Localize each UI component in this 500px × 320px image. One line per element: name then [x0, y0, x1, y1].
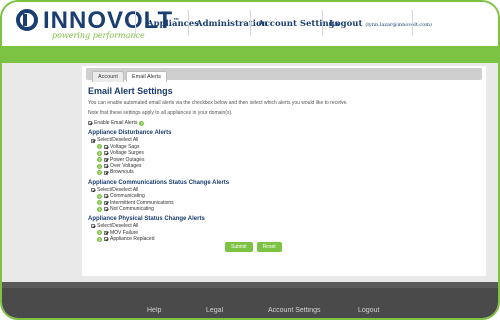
- enable-email-alerts-checkbox[interactable]: [88, 121, 92, 126]
- enable-email-alerts-row: Enable Email Alerts ?: [88, 120, 480, 126]
- section-title-physical: Appliance Physical Status Change Alerts: [88, 216, 205, 223]
- alert-label: Appliance Replaced: [110, 236, 155, 243]
- footer-link-help[interactable]: Help: [147, 307, 161, 314]
- intro-text: You can enable automated email alerts vi…: [88, 100, 348, 106]
- nav-divider: [322, 10, 323, 36]
- help-icon[interactable]: ?: [97, 236, 102, 242]
- reset-button[interactable]: Reset: [256, 242, 282, 252]
- select-all-checkbox[interactable]: [91, 224, 95, 229]
- alert-checkbox[interactable]: [104, 164, 108, 169]
- footer-link-logout[interactable]: Logout: [358, 307, 379, 314]
- alert-checkbox[interactable]: [104, 170, 108, 175]
- footer-link-legal[interactable]: Legal: [206, 307, 223, 314]
- tab-account[interactable]: Account: [92, 71, 124, 82]
- section-title-disturbance: Appliance Disturbance Alerts: [88, 130, 172, 137]
- submit-button[interactable]: Submit: [225, 242, 253, 252]
- nav-divider: [135, 10, 136, 36]
- nav-logout[interactable]: Logout (lynn.lazar@innovolt.com): [329, 19, 432, 29]
- help-icon[interactable]: ?: [97, 163, 102, 169]
- tab-bar: Account Email Alerts: [86, 68, 482, 82]
- help-icon[interactable]: ?: [97, 157, 102, 163]
- alert-checkbox[interactable]: [104, 230, 108, 235]
- enable-email-alerts-label: Enable Email Alerts: [94, 120, 138, 126]
- alert-checkbox[interactable]: [104, 200, 108, 205]
- alert-checkbox[interactable]: [104, 157, 108, 162]
- green-banner: [2, 46, 498, 63]
- form-buttons: Submit Reset: [225, 242, 282, 252]
- alert-checkbox[interactable]: [104, 207, 108, 212]
- select-all-checkbox[interactable]: [91, 187, 95, 192]
- footer-link-account-settings[interactable]: Account Settings: [268, 307, 321, 314]
- alert-label: Brownouts: [110, 169, 134, 176]
- app-frame: INNOVOLT™ powering performance Appliance…: [0, 0, 500, 320]
- email-alert-form: Email Alert Settings You can enable auto…: [88, 86, 480, 242]
- alert-checkbox[interactable]: [104, 194, 108, 199]
- select-all-checkbox[interactable]: [91, 138, 95, 143]
- section-title-communications: Appliance Communications Status Change A…: [88, 179, 230, 186]
- settings-panel: Account Email Alerts Email Alert Setting…: [82, 66, 486, 276]
- alert-checkbox[interactable]: [104, 151, 108, 156]
- alert-checkbox[interactable]: [104, 237, 108, 242]
- nav-divider: [188, 10, 189, 36]
- nav-divider: [412, 10, 413, 36]
- help-icon[interactable]: ?: [139, 120, 145, 126]
- alert-checkbox[interactable]: [104, 144, 108, 149]
- footer: [2, 288, 498, 318]
- alert-row: ? Appliance Replaced: [88, 236, 480, 242]
- help-icon[interactable]: ?: [97, 144, 102, 150]
- logout-user-email: (lynn.lazar@innovolt.com): [365, 22, 432, 28]
- help-icon[interactable]: ?: [97, 230, 102, 236]
- help-icon[interactable]: ?: [97, 206, 102, 212]
- logo-power-icon: [16, 9, 38, 31]
- help-icon[interactable]: ?: [97, 170, 102, 176]
- header: INNOVOLT™ powering performance Appliance…: [2, 2, 498, 46]
- alert-row: ? Not Communicating: [88, 206, 480, 212]
- logo-power-bar: [23, 14, 27, 26]
- help-icon[interactable]: ?: [97, 193, 102, 199]
- logo-tagline: powering performance: [52, 31, 145, 40]
- page-title: Email Alert Settings: [88, 86, 173, 96]
- nav-divider: [250, 10, 251, 36]
- help-icon[interactable]: ?: [97, 150, 102, 156]
- alert-label: Not Communicating: [110, 205, 154, 212]
- note-text: Note that these settings apply to all ap…: [88, 110, 233, 116]
- nav-appliances[interactable]: Appliances: [147, 19, 199, 29]
- nav-account-settings[interactable]: Account Settings: [258, 19, 339, 29]
- tab-email-alerts[interactable]: Email Alerts: [126, 71, 168, 82]
- help-icon[interactable]: ?: [97, 200, 102, 206]
- alert-row: ? Brownouts: [88, 169, 480, 175]
